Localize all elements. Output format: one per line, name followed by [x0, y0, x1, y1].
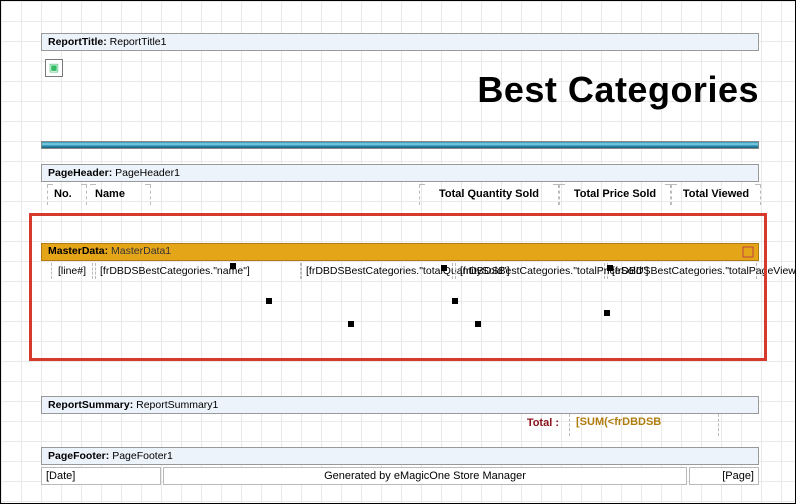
- title-decor-bar: [41, 141, 759, 149]
- col-header-price[interactable]: Total Price Sold: [559, 185, 671, 205]
- field-viewed[interactable]: [frDBDSBestCategories."totalPageViewed"]: [607, 263, 757, 279]
- chevron-down-icon[interactable]: [742, 246, 754, 258]
- band-masterdata-name: MasterData1: [111, 245, 171, 257]
- band-reportsummary-name: ReportSummary1: [136, 399, 218, 411]
- col-header-no[interactable]: No.: [47, 185, 87, 205]
- selection-handle[interactable]: [230, 263, 236, 269]
- band-reporttitle-label: ReportTitle:: [48, 36, 107, 48]
- selection-handle[interactable]: [266, 298, 272, 304]
- footer-generated[interactable]: Generated by eMagicOne Store Manager: [163, 467, 687, 485]
- selection-handle[interactable]: [475, 321, 481, 327]
- selection-handle[interactable]: [604, 310, 610, 316]
- band-reportsummary-header[interactable]: ReportSummary: ReportSummary1: [41, 396, 759, 414]
- selection-rectangle: [29, 213, 767, 361]
- image-icon[interactable]: ▣: [45, 59, 63, 77]
- footer-date[interactable]: [Date]: [41, 467, 161, 485]
- field-price[interactable]: [frDBDSBestCategories."totalPriceSold"]: [455, 263, 605, 279]
- band-reporttitle-name: ReportTitle1: [110, 36, 167, 48]
- col-header-qty[interactable]: Total Quantity Sold: [419, 185, 559, 205]
- field-name[interactable]: [frDBDSBestCategories."name"]: [95, 263, 301, 279]
- report-title-text[interactable]: Best Categories: [477, 69, 759, 111]
- col-header-name[interactable]: Name: [91, 185, 151, 205]
- band-pageheader-header[interactable]: PageHeader: PageHeader1: [41, 164, 759, 182]
- band-masterdata-header[interactable]: MasterData: MasterData1: [41, 243, 759, 261]
- selection-handle[interactable]: [348, 321, 354, 327]
- footer-page[interactable]: [Page]: [689, 467, 759, 485]
- band-pagefooter-header[interactable]: PageFooter: PageFooter1: [41, 447, 759, 465]
- band-reporttitle-header[interactable]: ReportTitle: ReportTitle1: [41, 33, 759, 51]
- col-header-viewed[interactable]: Total Viewed: [671, 185, 761, 205]
- band-pageheader-name: PageHeader1: [115, 167, 180, 179]
- band-pagefooter-name: PageFooter1: [112, 450, 173, 462]
- report-designer-canvas[interactable]: ReportTitle: ReportTitle1 ▣ Best Categor…: [0, 0, 796, 504]
- band-pagefooter-label: PageFooter:: [48, 450, 109, 462]
- selection-handle[interactable]: [452, 298, 458, 304]
- selection-handle[interactable]: [441, 265, 447, 271]
- field-line[interactable]: [line#]: [51, 263, 93, 279]
- field-qty[interactable]: [frDBDSBestCategories."totalQuantitySold…: [301, 263, 453, 279]
- band-masterdata-label: MasterData:: [48, 245, 108, 257]
- summary-total-label[interactable]: Total :: [459, 417, 559, 429]
- band-reportsummary-label: ReportSummary:: [48, 399, 133, 411]
- band-pageheader-label: PageHeader:: [48, 167, 112, 179]
- summary-total-expr[interactable]: [SUM(<frDBDSB: [569, 414, 719, 436]
- selection-handle[interactable]: [607, 265, 613, 271]
